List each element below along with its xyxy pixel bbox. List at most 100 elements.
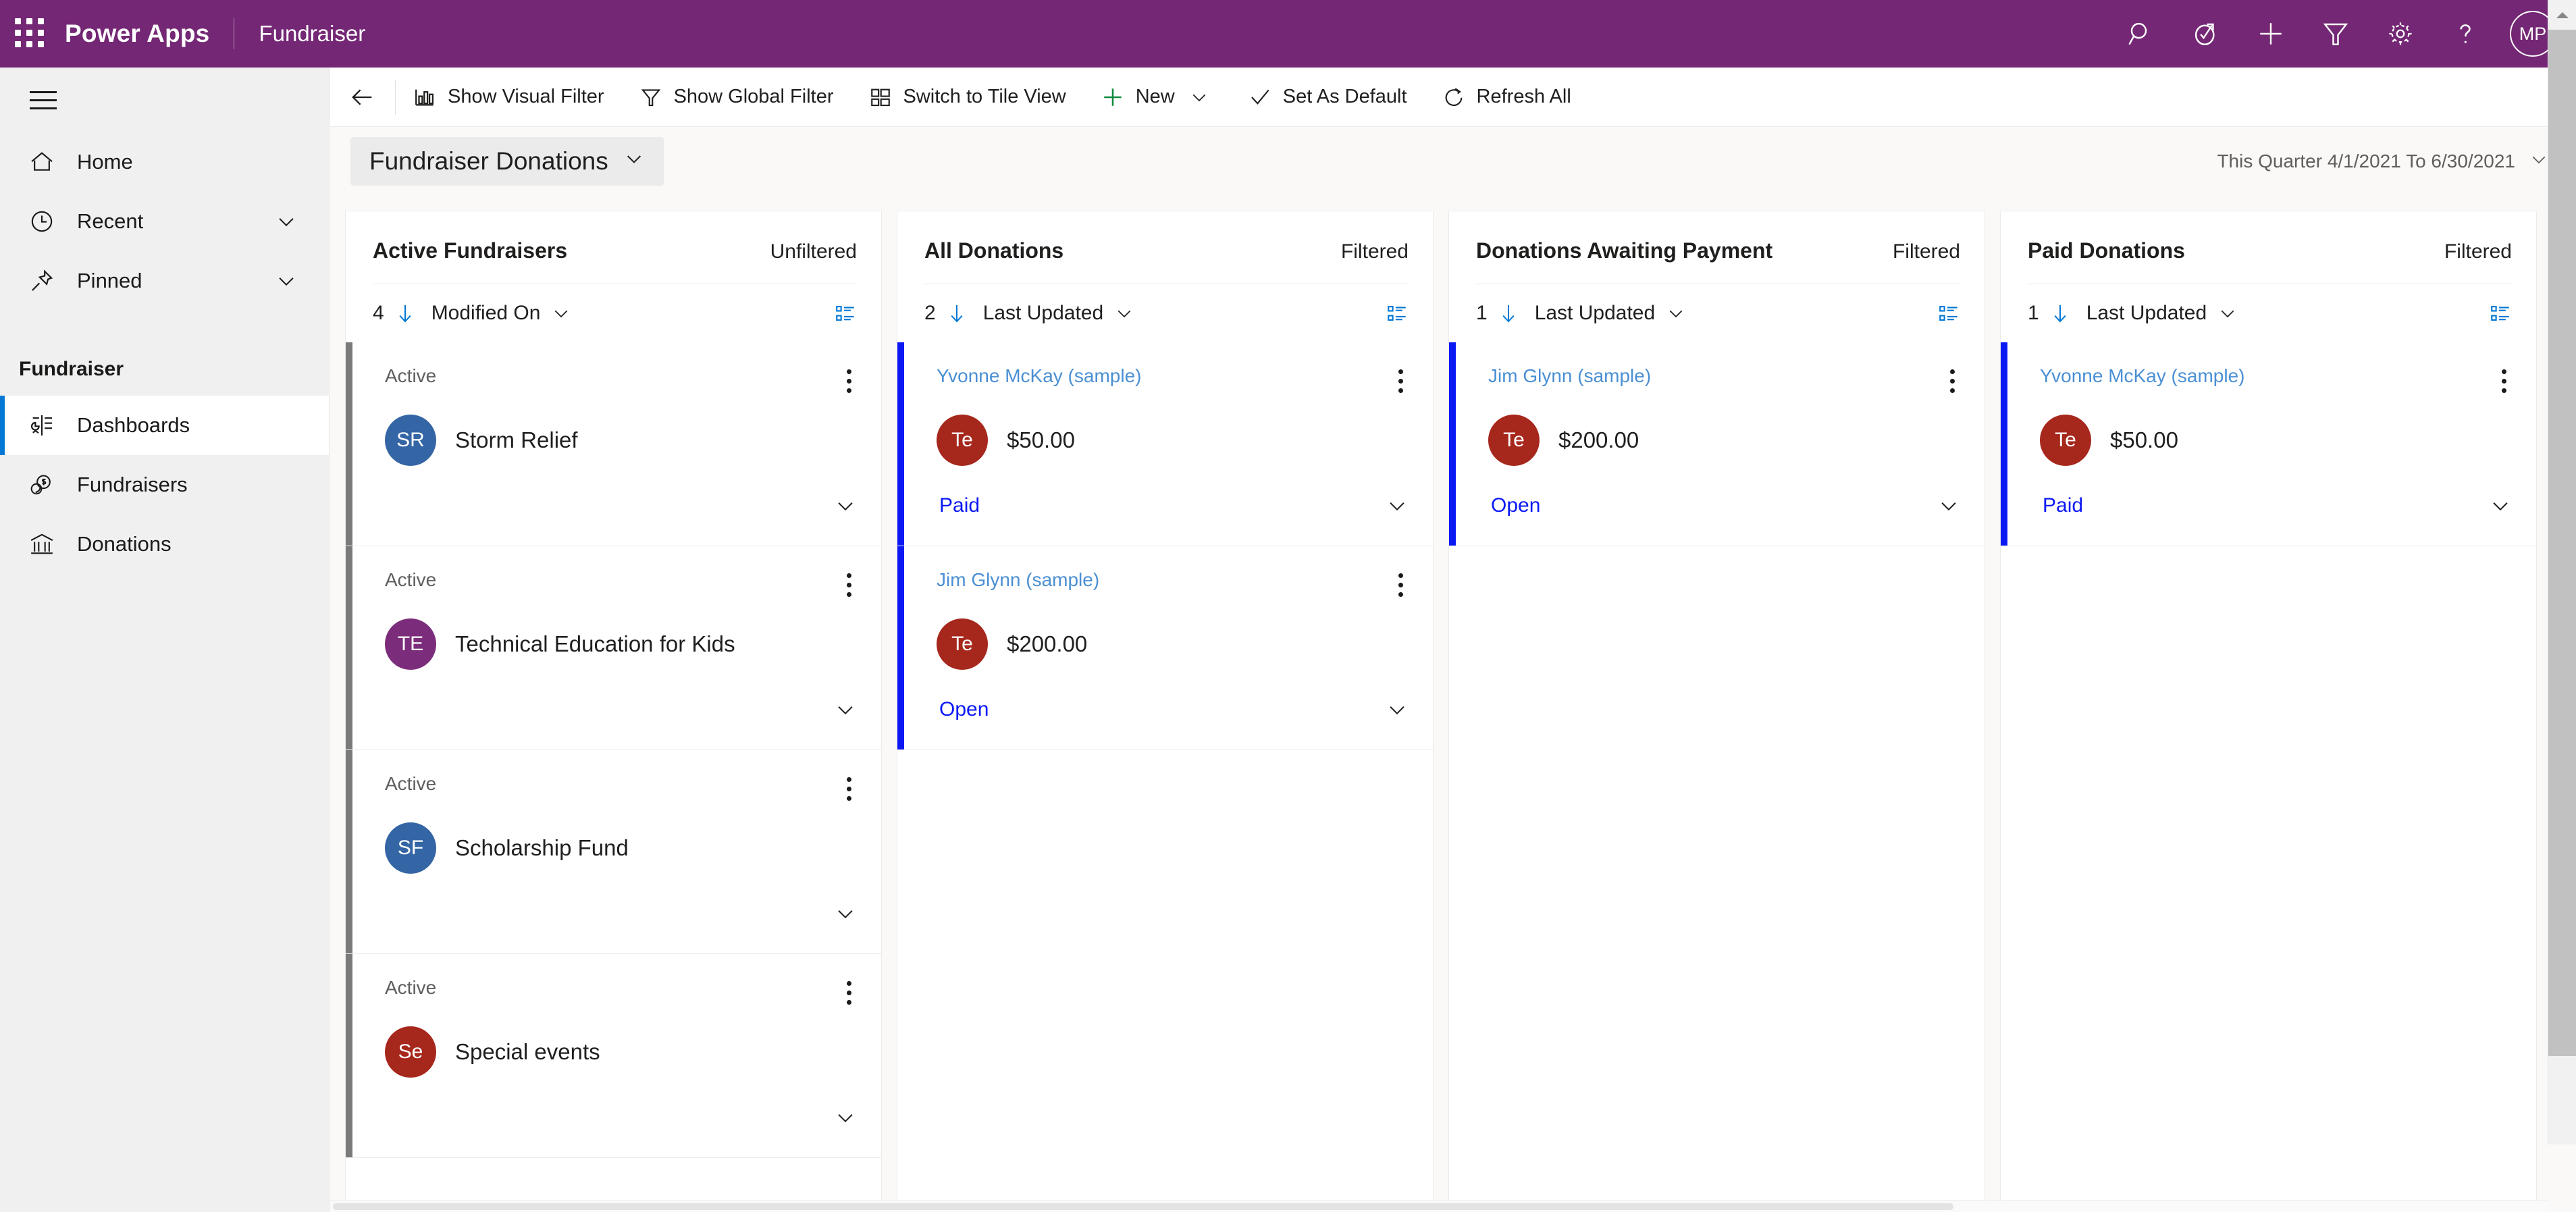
card-subtitle[interactable]: Yvonne McKay (sample)	[2040, 365, 2244, 387]
new-button[interactable]: New	[1084, 68, 1231, 127]
app-launcher-icon[interactable]	[15, 18, 46, 49]
coins-icon	[28, 471, 68, 498]
stream-title: Paid Donations	[2028, 238, 2185, 263]
card-overflow-menu-icon[interactable]	[841, 977, 857, 1009]
chevron-down-icon[interactable]	[275, 210, 298, 233]
stream-column: Paid Donations Filtered 1 Last Updated Yvonn…	[2000, 211, 2537, 1212]
chevron-down-icon[interactable]	[2217, 303, 2238, 323]
set-as-default-button[interactable]: Set As Default	[1231, 68, 1425, 127]
stream-card[interactable]: Yvonne McKay (sample) Te $50.00 Paid	[897, 342, 1433, 546]
status-badge: Open	[1491, 494, 1541, 517]
stream-card[interactable]: Active SR Storm Relief	[346, 342, 881, 546]
show-visual-filter-button[interactable]: Show Visual Filter	[396, 68, 622, 127]
sort-field-label[interactable]: Last Updated	[983, 302, 1103, 325]
card-body: SF Scholarship Fund	[385, 822, 857, 874]
vertical-scrollbar[interactable]	[2548, 0, 2576, 1144]
back-arrow-icon[interactable]	[330, 68, 395, 127]
sidebar-item-fundraisers[interactable]: Fundraisers	[0, 455, 329, 515]
horizontal-scrollbar[interactable]	[330, 1200, 2548, 1212]
sidebar-item-pinned[interactable]: Pinned	[0, 251, 329, 311]
card-subtitle[interactable]: Yvonne McKay (sample)	[937, 365, 1141, 387]
sidebar-item-donations[interactable]: Donations	[0, 515, 329, 574]
sort-field-label[interactable]: Last Updated	[2086, 302, 2207, 325]
new-icon[interactable]	[2238, 0, 2303, 68]
stream-card[interactable]: Yvonne McKay (sample) Te $50.00 Paid	[2001, 342, 2536, 546]
sort-field-label[interactable]: Last Updated	[1535, 302, 1655, 325]
card-body: Te $200.00	[1488, 415, 1960, 466]
date-range-label: This Quarter 4/1/2021 To 6/30/2021	[2217, 151, 2515, 172]
command-bar: Show Visual Filter Show Global Filter Sw…	[330, 68, 2576, 127]
list-layout-icon[interactable]	[834, 302, 857, 325]
switch-to-tile-view-button[interactable]: Switch to Tile View	[851, 68, 1084, 127]
chevron-down-icon[interactable]	[1186, 87, 1213, 107]
app-name-label[interactable]: Fundraiser	[259, 21, 365, 47]
card-subtitle[interactable]: Jim Glynn (sample)	[1488, 365, 1651, 387]
stream-card[interactable]: Jim Glynn (sample) Te $200.00 Open	[897, 546, 1433, 750]
list-layout-icon[interactable]	[1386, 302, 1409, 325]
card-subtitle: Active	[385, 773, 437, 794]
stream-card-list: Yvonne McKay (sample) Te $50.00 Paid Jim Gly…	[897, 342, 1433, 1211]
card-overflow-menu-icon[interactable]	[841, 569, 857, 601]
chevron-down-icon[interactable]	[834, 1106, 857, 1129]
hamburger-menu-icon[interactable]	[9, 68, 77, 132]
stream-card[interactable]: Active TE Technical Education for Kids	[346, 546, 881, 750]
card-overflow-menu-icon[interactable]	[841, 365, 857, 397]
filter-icon[interactable]	[2303, 0, 2368, 68]
stream-filter-state: Filtered	[1892, 240, 1960, 263]
sort-descending-arrow-icon[interactable]	[1497, 302, 1520, 325]
sort-descending-arrow-icon[interactable]	[2049, 302, 2072, 325]
card-header: Jim Glynn (sample)	[937, 569, 1409, 601]
card-header: Active	[385, 977, 857, 1009]
refresh-all-button[interactable]: Refresh All	[1425, 68, 1589, 127]
assistant-icon[interactable]	[2174, 0, 2238, 68]
list-layout-icon[interactable]	[1937, 302, 1960, 325]
card-header: Yvonne McKay (sample)	[2040, 365, 2512, 397]
sidebar-item-label: Home	[77, 150, 133, 174]
chevron-down-icon[interactable]	[834, 698, 857, 721]
card-overflow-menu-icon[interactable]	[1393, 569, 1409, 601]
stream-card[interactable]: Jim Glynn (sample) Te $200.00 Open	[1449, 342, 1984, 546]
chevron-down-icon[interactable]	[1114, 303, 1134, 323]
chevron-down-icon[interactable]	[1386, 494, 1409, 517]
sort-descending-arrow-icon[interactable]	[394, 302, 417, 325]
chevron-down-icon[interactable]	[275, 269, 298, 292]
chevron-down-icon[interactable]	[834, 902, 857, 925]
chevron-down-icon[interactable]	[551, 303, 571, 323]
plus-icon	[1101, 86, 1124, 109]
chevron-down-icon[interactable]	[1666, 303, 1686, 323]
stream-card[interactable]: Active SF Scholarship Fund	[346, 750, 881, 954]
stream-card[interactable]: Active Se Special events	[346, 954, 881, 1158]
card-overflow-menu-icon[interactable]	[1393, 365, 1409, 397]
card-subtitle: Active	[385, 365, 437, 386]
card-subtitle[interactable]: Jim Glynn (sample)	[937, 569, 1099, 591]
chevron-down-icon[interactable]	[1386, 698, 1409, 721]
stream-sort-row: 4 Modified On	[346, 284, 881, 342]
stream-column: Active Fundraisers Unfiltered 4 Modified On…	[345, 211, 882, 1212]
list-layout-icon[interactable]	[2489, 302, 2512, 325]
sidebar-item-dashboards[interactable]: Dashboards	[0, 396, 329, 455]
horizontal-scrollbar-thumb[interactable]	[333, 1203, 1953, 1210]
dashboard-selector[interactable]: Fundraiser Donations	[350, 137, 664, 186]
sidebar-item-recent[interactable]: Recent	[0, 192, 329, 251]
scroll-up-arrow-icon[interactable]	[2548, 0, 2576, 30]
settings-gear-icon[interactable]	[2368, 0, 2433, 68]
sort-descending-arrow-icon[interactable]	[945, 302, 968, 325]
command-label: Refresh All	[1476, 86, 1571, 107]
sort-field-label[interactable]: Modified On	[431, 302, 541, 325]
avatar: Te	[2040, 415, 2091, 466]
help-question-icon[interactable]	[2433, 0, 2498, 68]
card-overflow-menu-icon[interactable]	[2496, 365, 2512, 397]
chevron-down-icon[interactable]	[2489, 494, 2512, 517]
vertical-scrollbar-thumb[interactable]	[2548, 30, 2576, 1056]
chevron-down-icon[interactable]	[1937, 494, 1960, 517]
dashboard-header: Fundraiser Donations This Quarter 4/1/20…	[330, 127, 2576, 196]
card-body: Te $200.00	[937, 618, 1409, 670]
show-global-filter-button[interactable]: Show Global Filter	[622, 68, 851, 127]
card-overflow-menu-icon[interactable]	[1945, 365, 1960, 397]
sidebar-item-home[interactable]: Home	[0, 132, 329, 192]
chevron-down-icon[interactable]	[834, 494, 857, 517]
date-range-selector[interactable]: This Quarter 4/1/2021 To 6/30/2021	[2217, 149, 2576, 174]
brand-title[interactable]: Power Apps	[65, 20, 209, 48]
card-overflow-menu-icon[interactable]	[841, 773, 857, 805]
search-icon[interactable]	[2109, 0, 2174, 68]
